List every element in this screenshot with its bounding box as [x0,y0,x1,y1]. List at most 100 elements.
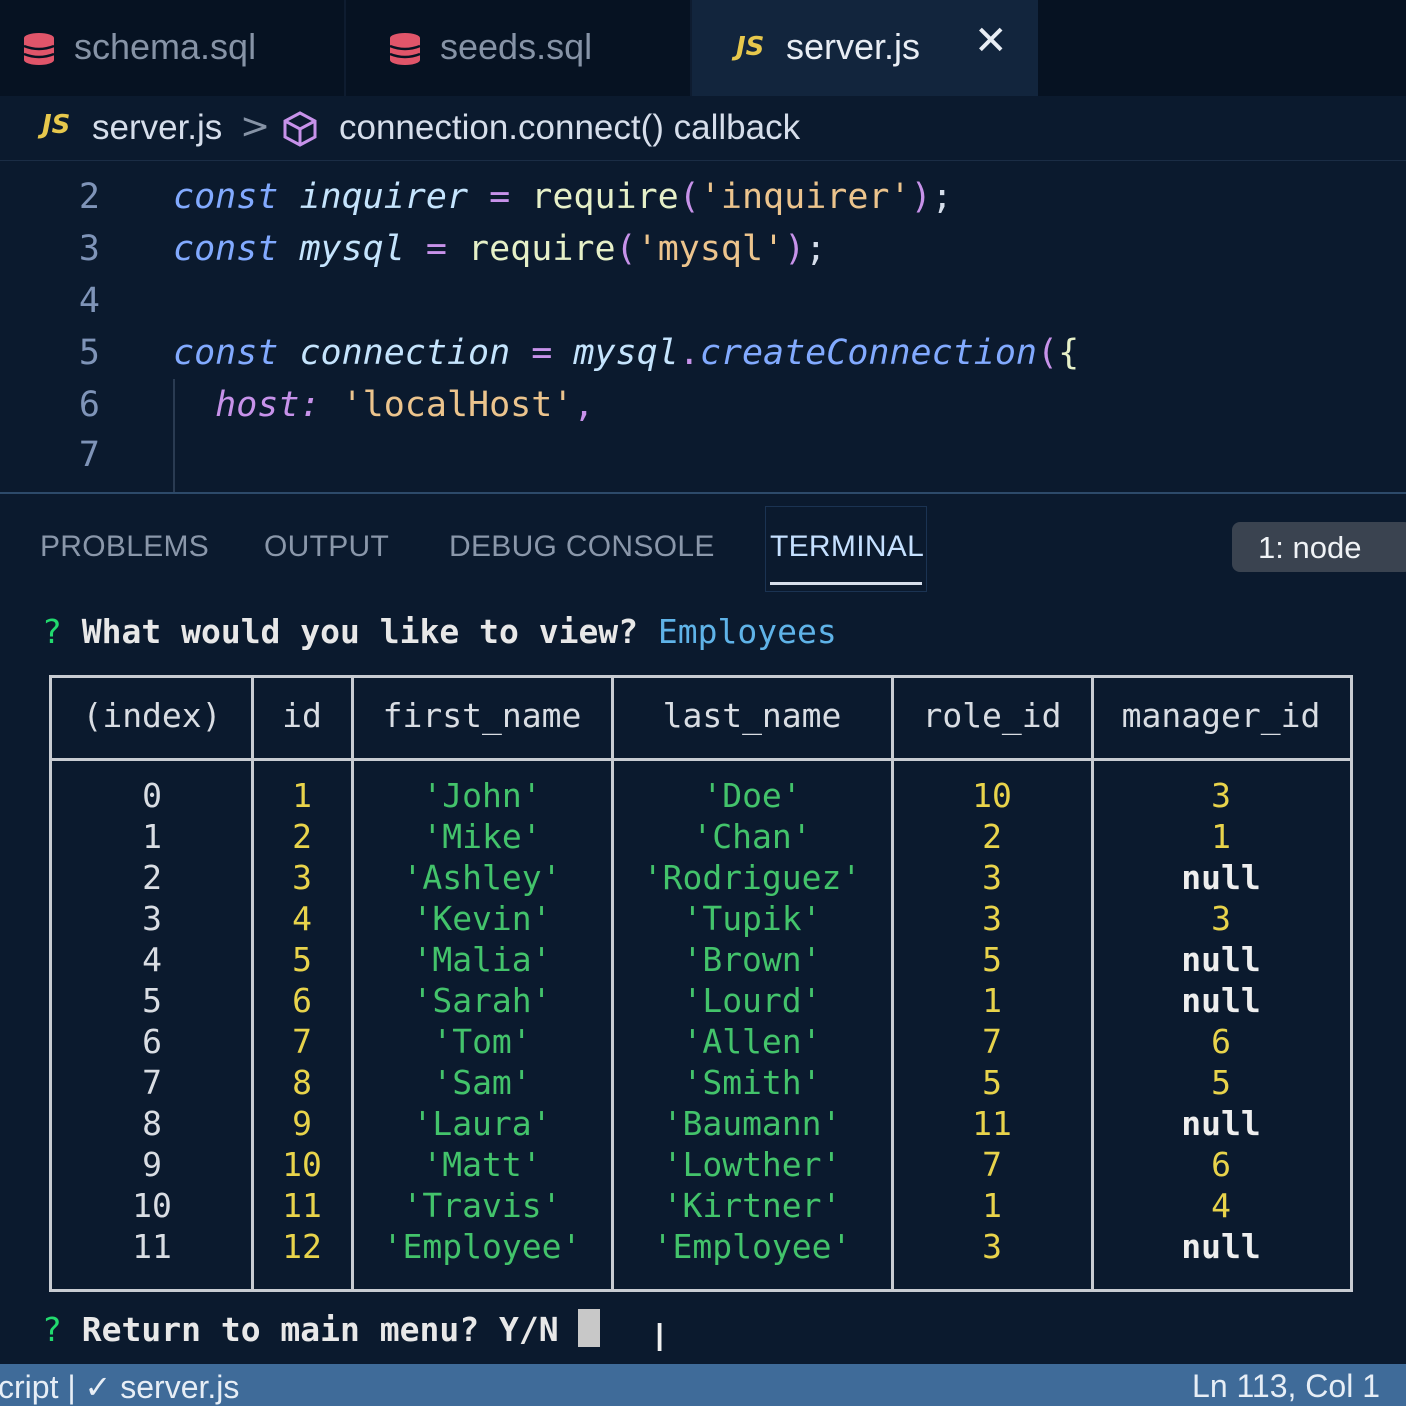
code-token: host: [215,385,321,425]
code-token: { [1058,333,1080,373]
table-cell: 'Sarah' [412,981,552,1020]
tab-label: server.js [786,26,921,67]
code-token: mysql [573,333,679,373]
code-token: . [678,333,700,373]
database-icon [23,33,55,65]
tab-debug-console[interactable]: DEBUG CONSOLE [449,530,715,564]
header-divider [52,758,1350,761]
table-header-cell: id [282,696,322,735]
table-cell: 'Laura' [412,1104,552,1143]
table-cell: 12 [282,1227,322,1266]
code-token: = [425,229,447,269]
table-cell: 4 [292,899,312,938]
tab-seeds-sql[interactable]: seeds.sql [346,0,692,96]
table-cell: 'John' [422,776,542,815]
table-cell: 'Smith' [682,1063,822,1102]
table-header-cell: last_name [662,696,842,735]
table-cell: null [1181,1227,1261,1266]
table-cell: 'Allen' [682,1022,822,1061]
status-language-file[interactable]: cript | ✓ server.js [0,1368,239,1406]
table-cell: 10 [282,1145,322,1184]
code-token: ) [910,177,932,217]
table-cell: 'Matt' [422,1145,542,1184]
table-cell: 1 [982,981,1002,1020]
tab-server-js[interactable]: JS server.js ✕ [692,0,1038,96]
code-token: require [531,177,679,217]
breadcrumb-file[interactable]: server.js [92,108,222,148]
code-token: 'localHost' [341,385,574,425]
line-number: 3 [78,229,100,269]
code-line[interactable]: 4 [0,281,1406,333]
terminal-select[interactable]: 1: node [1232,522,1406,572]
table-header-cell: (index) [82,696,222,735]
code-text: const connection = mysql.createConnectio… [173,333,1079,373]
table-cell: 3 [142,899,162,938]
tab-terminal[interactable]: TERMINAL [770,530,924,564]
status-cursor-position[interactable]: Ln 113, Col 1 [1192,1368,1380,1405]
tab-label: seeds.sql [440,26,593,67]
table-cell: 3 [292,858,312,897]
code-editor[interactable]: 2 const inquirer = require('inquirer'); 3 c… [0,161,1406,493]
code-line[interactable]: 7 [0,435,1406,487]
table-cell: 'Kirtner' [662,1186,842,1225]
table-cell: 7 [982,1022,1002,1061]
table-cell: 'Tupik' [682,899,822,938]
js-icon: JS [736,32,765,62]
breadcrumb: JS server.js > connection.connect() call… [0,96,1406,161]
bottom-panel: PROBLEMS OUTPUT DEBUG CONSOLE TERMINAL 1… [0,494,1406,1364]
table-cell: 4 [142,940,162,979]
code-line[interactable]: 6 host: 'localHost', [0,385,1406,437]
table-cell: 8 [292,1063,312,1102]
breadcrumb-symbol[interactable]: connection.connect() callback [339,108,800,148]
code-token: ( [615,229,637,269]
code-line[interactable]: 3 const mysql = require('mysql'); [0,229,1406,281]
active-tab-underline [770,582,922,585]
table-cell: 'Brown' [682,940,822,979]
table-cell: 6 [1211,1022,1231,1061]
table-cell: 'Tom' [432,1022,532,1061]
table-cell: 1 [982,1186,1002,1225]
code-token: connection [299,333,511,373]
table-header-cell: manager_id [1121,696,1321,735]
table-cell: null [1181,1104,1261,1143]
cube-icon [283,111,317,147]
code-line[interactable]: 5 const connection = mysql.createConnecti… [0,333,1406,385]
code-text: const mysql = require('mysql'); [173,229,826,269]
table-cell: 'Doe' [702,776,802,815]
table-cell: 9 [292,1104,312,1143]
code-line[interactable]: 2 const inquirer = require('inquirer'); [0,177,1406,229]
code-token: = [489,177,511,217]
table-cell: 11 [972,1104,1012,1143]
close-icon[interactable]: ✕ [974,18,1008,64]
code-token: createConnection [699,333,1037,373]
table-cell: 'Lourd' [682,981,822,1020]
tab-schema-sql[interactable]: schema.sql [0,0,346,96]
tab-problems[interactable]: PROBLEMS [40,530,209,564]
table-cell: 2 [982,817,1002,856]
table-header-cell: role_id [922,696,1062,735]
prompt-question: Return to main menu? Y/N [81,1310,559,1349]
code-token: const [173,177,279,217]
table-cell: 3 [982,899,1002,938]
code-token: const [173,229,279,269]
table-cell: 3 [982,1227,1002,1266]
code-token: const [173,333,279,373]
code-token: , [573,385,595,425]
code-token: ) [784,229,806,269]
table-cell: null [1181,940,1261,979]
tab-output[interactable]: OUTPUT [264,530,389,564]
table-cell: 8 [142,1104,162,1143]
tab-label: schema.sql [74,26,257,67]
line-number: 5 [78,333,100,373]
chevron-right-icon: > [240,106,271,147]
table-cell: 3 [1211,899,1231,938]
code-token: inquirer [299,177,469,217]
table-cell: 5 [982,1063,1002,1102]
